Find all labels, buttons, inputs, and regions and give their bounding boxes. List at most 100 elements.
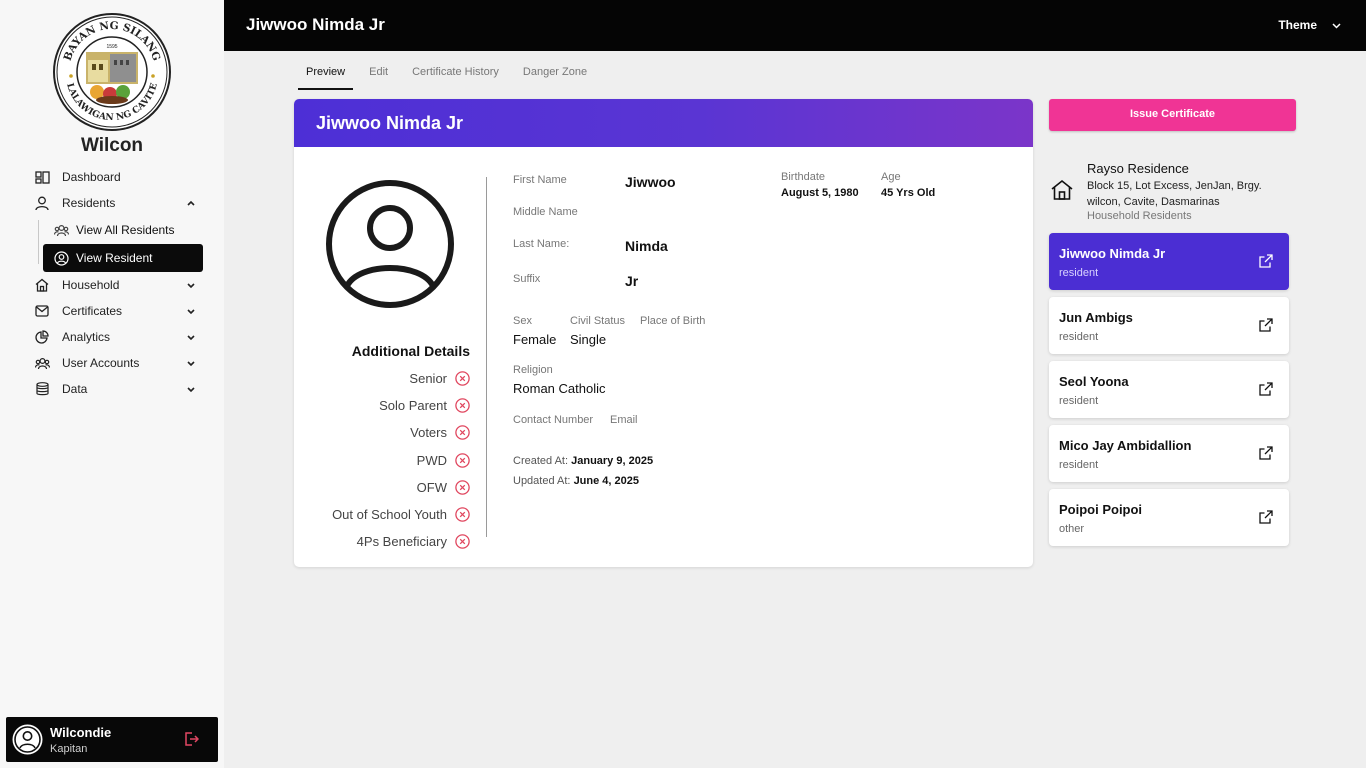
tab-certificate-history[interactable]: Certificate History xyxy=(404,66,507,90)
sidebar-item-label: User Accounts xyxy=(62,356,140,370)
birthdate-label: Birthdate xyxy=(781,171,826,183)
group-icon xyxy=(53,222,69,238)
member-name: Jiwwoo Nimda Jr xyxy=(1059,246,1166,261)
card-header: Jiwwoo Nimda Jr xyxy=(294,99,1033,147)
first-name-label: First Name xyxy=(513,174,567,186)
contact-number-label: Contact Number xyxy=(513,414,594,426)
member-role: resident xyxy=(1059,459,1099,471)
x-circle-icon xyxy=(455,480,470,495)
last-name-value: Nimda xyxy=(625,238,668,254)
suffix-label: Suffix xyxy=(513,273,541,285)
civil-status-label: Civil Status xyxy=(570,315,626,327)
detail-label: 4Ps Beneficiary xyxy=(356,534,447,550)
detail-label: Out of School Youth xyxy=(332,507,447,523)
resident-profile-card: Jiwwoo Nimda Jr Additional Details Senio… xyxy=(294,99,1033,567)
sidebar-item-residents[interactable]: Residents xyxy=(28,190,208,216)
sidebar: BAYAN NG SILANG LALAWIGAN NG CAVITE 1595… xyxy=(0,0,224,768)
first-name-value: Jiwwoo xyxy=(625,174,676,190)
sidebar-item-user-accounts[interactable]: User Accounts xyxy=(28,350,208,376)
additional-details-list: Senior Solo Parent Voters PWD OFW Out of… xyxy=(294,365,470,555)
column-divider xyxy=(486,177,487,537)
x-circle-icon xyxy=(455,452,470,468)
detail-senior: Senior xyxy=(294,365,470,392)
place-of-birth-label: Place of Birth xyxy=(640,315,706,327)
resident-tabs: Preview Edit Certificate History Danger … xyxy=(298,66,617,90)
logout-icon[interactable] xyxy=(183,731,199,747)
x-circle-icon xyxy=(455,425,470,441)
household-home-icon xyxy=(1051,179,1073,200)
pie-chart-icon xyxy=(34,329,50,345)
detail-solo-parent: Solo Parent xyxy=(294,392,470,419)
home-icon xyxy=(34,277,50,293)
detail-label: PWD xyxy=(416,452,447,468)
sidebar-item-view-all-residents[interactable]: View All Residents xyxy=(43,216,208,244)
chevron-down-icon xyxy=(187,335,195,341)
member-name: Seol Yoona xyxy=(1059,374,1129,389)
mail-icon xyxy=(34,303,50,319)
svg-text:1595: 1595 xyxy=(106,44,117,50)
x-circle-icon xyxy=(455,398,470,414)
chevron-down-icon xyxy=(187,309,195,315)
sidebar-item-analytics[interactable]: Analytics xyxy=(28,324,208,350)
household-member-card[interactable]: Mico Jay Ambidallion resident xyxy=(1049,425,1289,482)
updated-at-label: Updated At: xyxy=(513,475,571,487)
sidebar-item-label: Certificates xyxy=(62,304,123,318)
updated-at-value: June 4, 2025 xyxy=(573,475,639,487)
external-link-icon[interactable] xyxy=(1259,254,1273,268)
external-link-icon[interactable] xyxy=(1259,318,1273,332)
email-label: Email xyxy=(610,414,638,426)
household-residents-heading: Household Residents xyxy=(1087,210,1192,222)
resident-avatar-icon xyxy=(326,180,454,308)
detail-label: Senior xyxy=(409,371,447,387)
member-role: resident xyxy=(1059,395,1099,407)
chevron-down-icon xyxy=(187,387,195,393)
user-icon xyxy=(34,195,50,211)
household-member-card[interactable]: Seol Yoona resident xyxy=(1049,361,1289,418)
member-name: Mico Jay Ambidallion xyxy=(1059,438,1192,453)
created-at-label: Created At: xyxy=(513,455,569,467)
submenu-divider xyxy=(38,220,39,264)
member-name: Jun Ambigs xyxy=(1059,310,1133,325)
member-name: Poipoi Poipoi xyxy=(1059,502,1143,517)
x-circle-icon xyxy=(455,534,470,549)
suffix-value: Jr xyxy=(625,273,639,289)
sidebar-item-dashboard[interactable]: Dashboard xyxy=(28,164,208,190)
external-link-icon[interactable] xyxy=(1259,446,1273,460)
sidebar-item-household[interactable]: Household xyxy=(28,272,208,298)
last-name-label: Last Name: xyxy=(513,238,570,250)
sidebar-nav: Dashboard Residents View All Residents V… xyxy=(28,164,208,402)
civil-status-value: Single xyxy=(570,332,607,347)
detail-label: Voters xyxy=(410,425,447,441)
household-member-card[interactable]: Poipoi Poipoi other xyxy=(1049,489,1289,546)
database-icon xyxy=(34,381,50,397)
household-member-card[interactable]: Jiwwoo Nimda Jr resident xyxy=(1049,233,1289,290)
religion-value: Roman Catholic xyxy=(513,381,606,396)
sidebar-item-label: Data xyxy=(62,382,88,396)
external-link-icon[interactable] xyxy=(1259,510,1273,524)
external-link-icon[interactable] xyxy=(1259,382,1273,396)
sidebar-item-label: Residents xyxy=(62,196,116,210)
detail-label: Solo Parent xyxy=(379,398,447,414)
sidebar-item-view-resident[interactable]: View Resident xyxy=(43,244,203,272)
detail-pwd: PWD xyxy=(294,447,470,474)
household-member-card[interactable]: Jun Ambigs resident xyxy=(1049,297,1289,354)
sidebar-item-data[interactable]: Data xyxy=(28,376,208,402)
chevron-down-icon xyxy=(187,283,195,289)
household-name: Rayso Residence xyxy=(1087,161,1189,176)
theme-dropdown[interactable]: Theme xyxy=(1278,18,1317,32)
tab-danger-zone[interactable]: Danger Zone xyxy=(515,66,595,90)
birthdate-value: August 5, 1980 xyxy=(781,187,859,199)
issue-certificate-button[interactable]: Issue Certificate xyxy=(1049,99,1296,131)
member-role: resident xyxy=(1059,267,1099,279)
avatar xyxy=(12,724,43,755)
x-circle-icon xyxy=(455,371,470,386)
dashboard-icon xyxy=(34,169,50,185)
sidebar-item-certificates[interactable]: Certificates xyxy=(28,298,208,324)
brand-name: Wilcon xyxy=(80,135,144,156)
middle-name-label: Middle Name xyxy=(513,206,578,218)
age-value: 45 Yrs Old xyxy=(881,187,936,199)
tab-preview[interactable]: Preview xyxy=(298,66,354,90)
chevron-down-icon[interactable] xyxy=(1331,20,1342,31)
sex-value: Female xyxy=(513,332,557,347)
tab-edit[interactable]: Edit xyxy=(361,66,396,90)
